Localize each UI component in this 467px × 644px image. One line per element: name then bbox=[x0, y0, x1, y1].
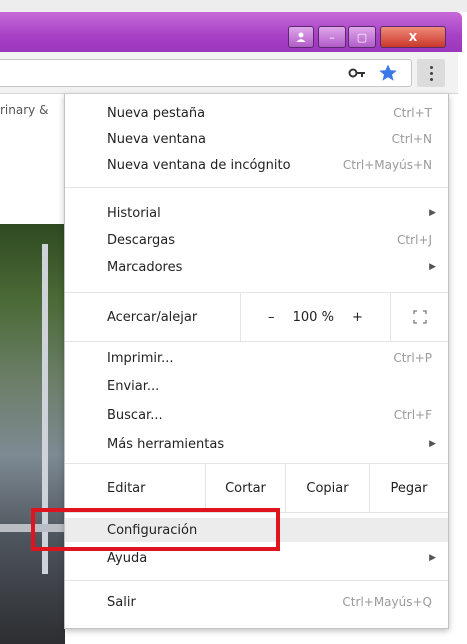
menu-item-exit[interactable]: Salir Ctrl+Mayús+Q bbox=[65, 590, 448, 614]
browser-toolbar bbox=[0, 52, 458, 94]
more-vert-icon[interactable] bbox=[417, 59, 445, 87]
menu-item-print[interactable]: Imprimir... Ctrl+P bbox=[65, 346, 448, 370]
maximize-icon: ▢ bbox=[356, 30, 368, 44]
desktop-strip bbox=[0, 0, 467, 12]
menu-item-more-tools[interactable]: Más herramientas ▶ bbox=[65, 432, 448, 456]
close-button[interactable]: X bbox=[380, 26, 446, 48]
profile-button[interactable] bbox=[288, 26, 314, 48]
page-text-fragment: rinary & bbox=[0, 94, 62, 128]
menu-separator bbox=[65, 580, 448, 581]
page-photo bbox=[0, 224, 65, 644]
menu-item-new-tab[interactable]: Nueva pestaña Ctrl+T bbox=[65, 101, 448, 125]
minimize-icon: – bbox=[329, 30, 335, 44]
menu-item-downloads[interactable]: Descargas Ctrl+J bbox=[65, 228, 448, 252]
zoom-in-button[interactable]: + bbox=[352, 310, 363, 325]
fullscreen-button[interactable] bbox=[390, 293, 448, 341]
maximize-button[interactable]: ▢ bbox=[348, 26, 376, 48]
menu-item-find[interactable]: Buscar... Ctrl+F bbox=[65, 403, 448, 427]
submenu-arrow-icon: ▶ bbox=[429, 262, 436, 272]
cut-button[interactable]: Cortar bbox=[205, 464, 285, 512]
minimize-button[interactable]: – bbox=[318, 26, 346, 48]
menu-item-incognito[interactable]: Nueva ventana de incógnito Ctrl+Mayús+N bbox=[65, 153, 448, 177]
user-icon bbox=[296, 32, 306, 42]
menu-item-cast[interactable]: Enviar... bbox=[65, 374, 448, 398]
zoom-level: 100 % bbox=[292, 309, 334, 325]
zoom-out-button[interactable]: – bbox=[268, 310, 275, 325]
menu-item-bookmarks[interactable]: Marcadores ▶ bbox=[65, 255, 448, 279]
title-bar[interactable]: – ▢ X bbox=[0, 12, 462, 52]
address-bar[interactable] bbox=[0, 59, 412, 87]
key-icon[interactable] bbox=[348, 65, 366, 81]
fullscreen-icon bbox=[412, 310, 427, 324]
zoom-controls: – 100 % + bbox=[240, 293, 390, 341]
copy-button[interactable]: Copiar bbox=[285, 464, 369, 512]
highlight-box bbox=[31, 508, 280, 551]
submenu-arrow-icon: ▶ bbox=[429, 439, 436, 449]
menu-item-history[interactable]: Historial ▶ bbox=[65, 201, 448, 225]
edit-label: Editar bbox=[107, 480, 146, 496]
star-icon[interactable] bbox=[378, 63, 398, 83]
paste-button[interactable]: Pegar bbox=[369, 464, 448, 512]
menu-separator bbox=[65, 187, 448, 188]
menu-item-new-window[interactable]: Nueva ventana Ctrl+N bbox=[65, 127, 448, 151]
submenu-arrow-icon: ▶ bbox=[429, 553, 436, 563]
submenu-arrow-icon: ▶ bbox=[429, 208, 436, 218]
menu-separator bbox=[65, 341, 448, 342]
close-icon: X bbox=[408, 30, 418, 44]
zoom-label: Acercar/alejar bbox=[107, 309, 198, 325]
